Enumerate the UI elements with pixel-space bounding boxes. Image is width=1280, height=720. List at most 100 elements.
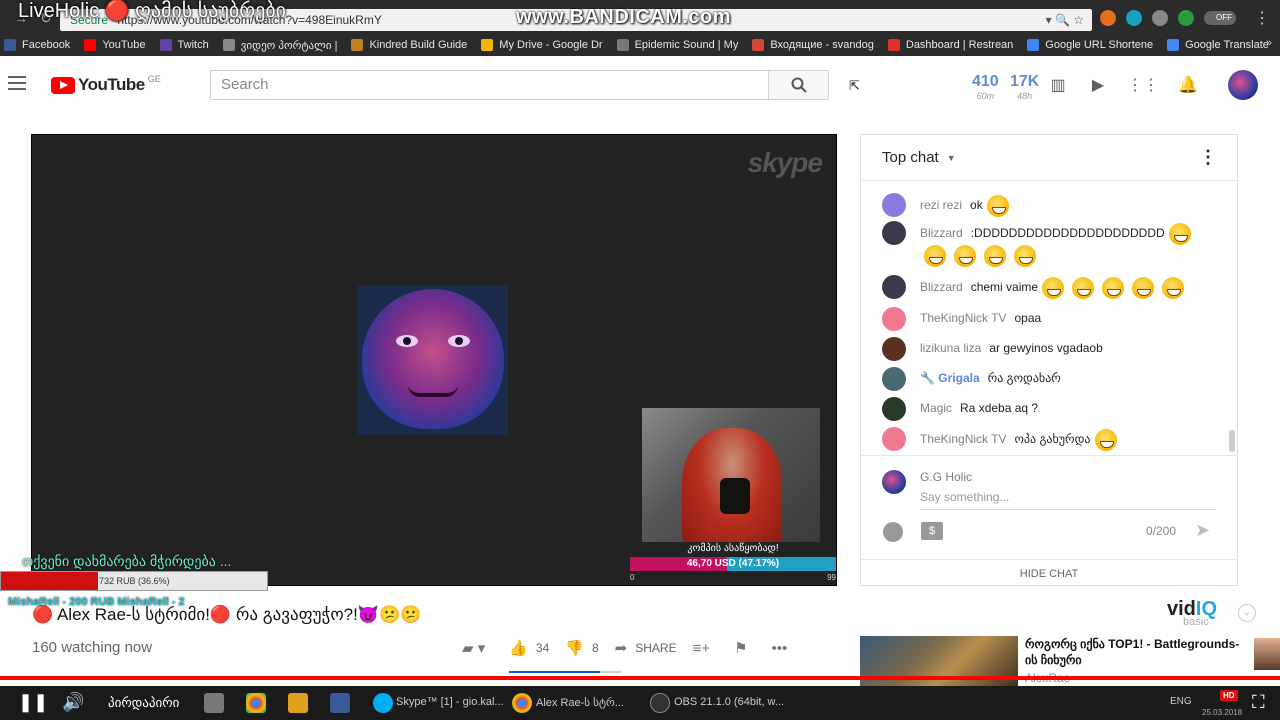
chrome-menu-icon[interactable]: ⋮ [1254,8,1270,28]
account-avatar[interactable] [1228,70,1258,100]
chat-author-name[interactable]: Blizzard [920,280,963,294]
chat-author-avatar[interactable] [882,307,906,331]
chat-author-avatar[interactable] [882,427,906,451]
grin-emoji-icon [1072,277,1095,299]
chat-author-name[interactable]: Blizzard [920,226,963,240]
bookmark-star-icon[interactable]: ▾ 🔍 ☆ [1046,9,1084,31]
bookmark-item[interactable]: Входящие - svandog [752,39,874,51]
chat-message-body: TheKingNick TV ოპა გახურდა [920,429,1210,451]
chat-author-name[interactable]: TheKingNick TV [920,311,1006,325]
share-label: SHARE [635,641,677,655]
chat-mode-selector[interactable]: Top chat [882,149,939,166]
obs-icon[interactable] [650,693,670,713]
search-icon [791,77,807,93]
like-button[interactable]: 👍 34 [509,639,549,657]
bookmark-item[interactable]: Google URL Shortene [1027,39,1153,51]
chat-message-input[interactable]: Say something... [920,490,1216,510]
chevron-down-icon[interactable]: ▼ [947,153,956,163]
bookmarks-overflow-icon[interactable]: » [1266,37,1272,49]
app-icon[interactable] [330,693,350,713]
bookmark-item[interactable]: My Drive - Google Dr [481,39,603,51]
chat-scrollbar[interactable] [1229,430,1235,452]
chat-message[interactable]: TheKingNick TV opaa [882,307,1210,331]
chevron-down-icon[interactable]: ⌄ [1238,604,1256,622]
analytics-icon[interactable]: ▥ [1048,76,1068,94]
fullscreen-icon[interactable]: ⛶ [1252,692,1265,713]
menu-icon[interactable] [8,76,26,94]
chat-message[interactable]: rezi rezi ok [882,193,1210,217]
chat-author-avatar[interactable] [882,337,906,361]
language-indicator[interactable]: ENG [1170,696,1192,707]
taskbar-obs[interactable]: OBS 21.1.0 (64bit, w... [674,696,784,708]
chat-message-list[interactable]: rezi rezi ok Blizzard:DDDDDDDDDDDDDDDDDDDD… [861,181,1229,455]
taskbar-browser[interactable]: Alex Rae-ს სტრ... [536,696,624,709]
bookmark-label: ვიდეო პორტალი | [240,39,338,52]
chrome-icon[interactable] [246,693,266,713]
recommended-avatar[interactable] [1254,638,1280,670]
report-button[interactable]: ⚑ [734,639,755,657]
bookmark-item[interactable]: Twitch [159,39,209,51]
bookmark-item[interactable]: YouTube [84,39,146,51]
video-player[interactable]: skype კომპის ასაწყობად! 46,70 USD (47.17… [31,134,837,586]
chat-author-avatar[interactable] [882,221,906,245]
chat-author-avatar[interactable] [882,397,906,421]
bookmark-item[interactable]: ვიდეო პორტალი | [222,39,338,52]
video-progress-bar[interactable] [0,676,1280,680]
chat-author-avatar[interactable] [882,367,906,391]
chrome-icon[interactable] [512,693,532,713]
chat-message[interactable]: Blizzard chemi vaime [882,275,1210,299]
toggle-switch[interactable]: OFF [1204,11,1236,25]
search-button[interactable] [768,70,829,100]
chat-message[interactable]: 🔧 Grigala რა გოდახარ [882,367,1210,391]
create-video-icon[interactable]: ▶ [1088,76,1108,94]
notifications-bell-icon[interactable]: 🔔 [1178,76,1198,94]
donation-goal-label: კომპის ასაწყობად! [687,543,779,554]
more-actions-button[interactable]: ••• [772,640,796,657]
bookmark-item[interactable]: Epidemic Sound | My [616,39,738,51]
bookmark-item[interactable]: Facebook [4,39,70,51]
headphones-icon[interactable] [1126,10,1142,26]
chat-message[interactable]: TheKingNick TV ოპა გახურდა [882,427,1210,451]
wrench-icon: 🔧 [920,371,939,385]
skype-icon[interactable] [373,693,393,713]
extension-icon[interactable] [1100,10,1116,26]
send-icon[interactable]: ➤ [1195,520,1210,541]
chat-message[interactable]: lizikuna liza ar gewyinos vgadaob [882,337,1210,361]
bookmark-item[interactable]: Kindred Build Guide [351,39,467,51]
taskbar-skype[interactable]: Skype™ [1] - gio.kal... [396,696,504,708]
emoji-picker-icon[interactable] [883,522,903,542]
chat-author-avatar[interactable] [882,275,906,299]
folder-icon[interactable] [288,693,308,713]
apps-grid-icon[interactable]: ⋮⋮ [1127,76,1159,94]
like-count: 34 [535,641,550,655]
player-controls: ❚❚ 🔊 [18,692,85,713]
superchat-button[interactable]: ▰ ▾ [462,639,493,657]
taskbar: ❚❚ 🔊 პირდაპირი Skype™ [1] - gio.kal... A… [0,686,1280,720]
store-icon[interactable] [204,693,224,713]
chat-message[interactable]: Blizzard:DDDDDDDDDDDDDDDDDDDDDD [882,221,1210,267]
chat-author-name[interactable]: Magic [920,401,952,415]
chat-message[interactable]: Magic Ra xdeba aq ? [882,397,1210,421]
bookmark-item[interactable]: Dashboard | Restrean [887,39,1013,51]
add-to-playlist-button[interactable]: ≡+ [693,640,719,657]
chat-author-name[interactable]: lizikuna liza [920,341,981,355]
video-title: 🔴 Alex Rae-ს სტრიმი!🔴 რა გავაფუჭო?!😈😕😕 [32,605,422,624]
youtube-logo[interactable]: YouTube GE [51,74,161,95]
bookmark-item[interactable]: Google Translate [1167,39,1269,51]
extension-icon[interactable] [1178,10,1194,26]
chat-author-name[interactable]: rezi rezi [920,198,962,212]
chat-author-avatar[interactable] [882,193,906,217]
download-icon[interactable] [1152,10,1168,26]
recommended-title[interactable]: როგორც იქნა TOP1! - Battlegrounds-ის ჩიხ… [1025,636,1245,668]
more-vert-icon[interactable]: ⋮ [1199,147,1217,168]
chat-author-name[interactable]: Grigala [938,371,979,385]
search-input[interactable]: Search [210,70,770,100]
share-button[interactable]: ➦ SHARE [615,639,677,657]
hide-chat-button[interactable]: HIDE CHAT [861,559,1237,587]
volume-icon[interactable]: 🔊 [62,692,84,713]
pause-icon[interactable]: ❚❚ [18,692,48,713]
chat-author-name[interactable]: TheKingNick TV [920,432,1006,446]
dislike-button[interactable]: 👎 8 [565,639,598,657]
stat-number: 410 [972,73,999,90]
superchat-dollar-icon[interactable]: $ [921,522,943,540]
